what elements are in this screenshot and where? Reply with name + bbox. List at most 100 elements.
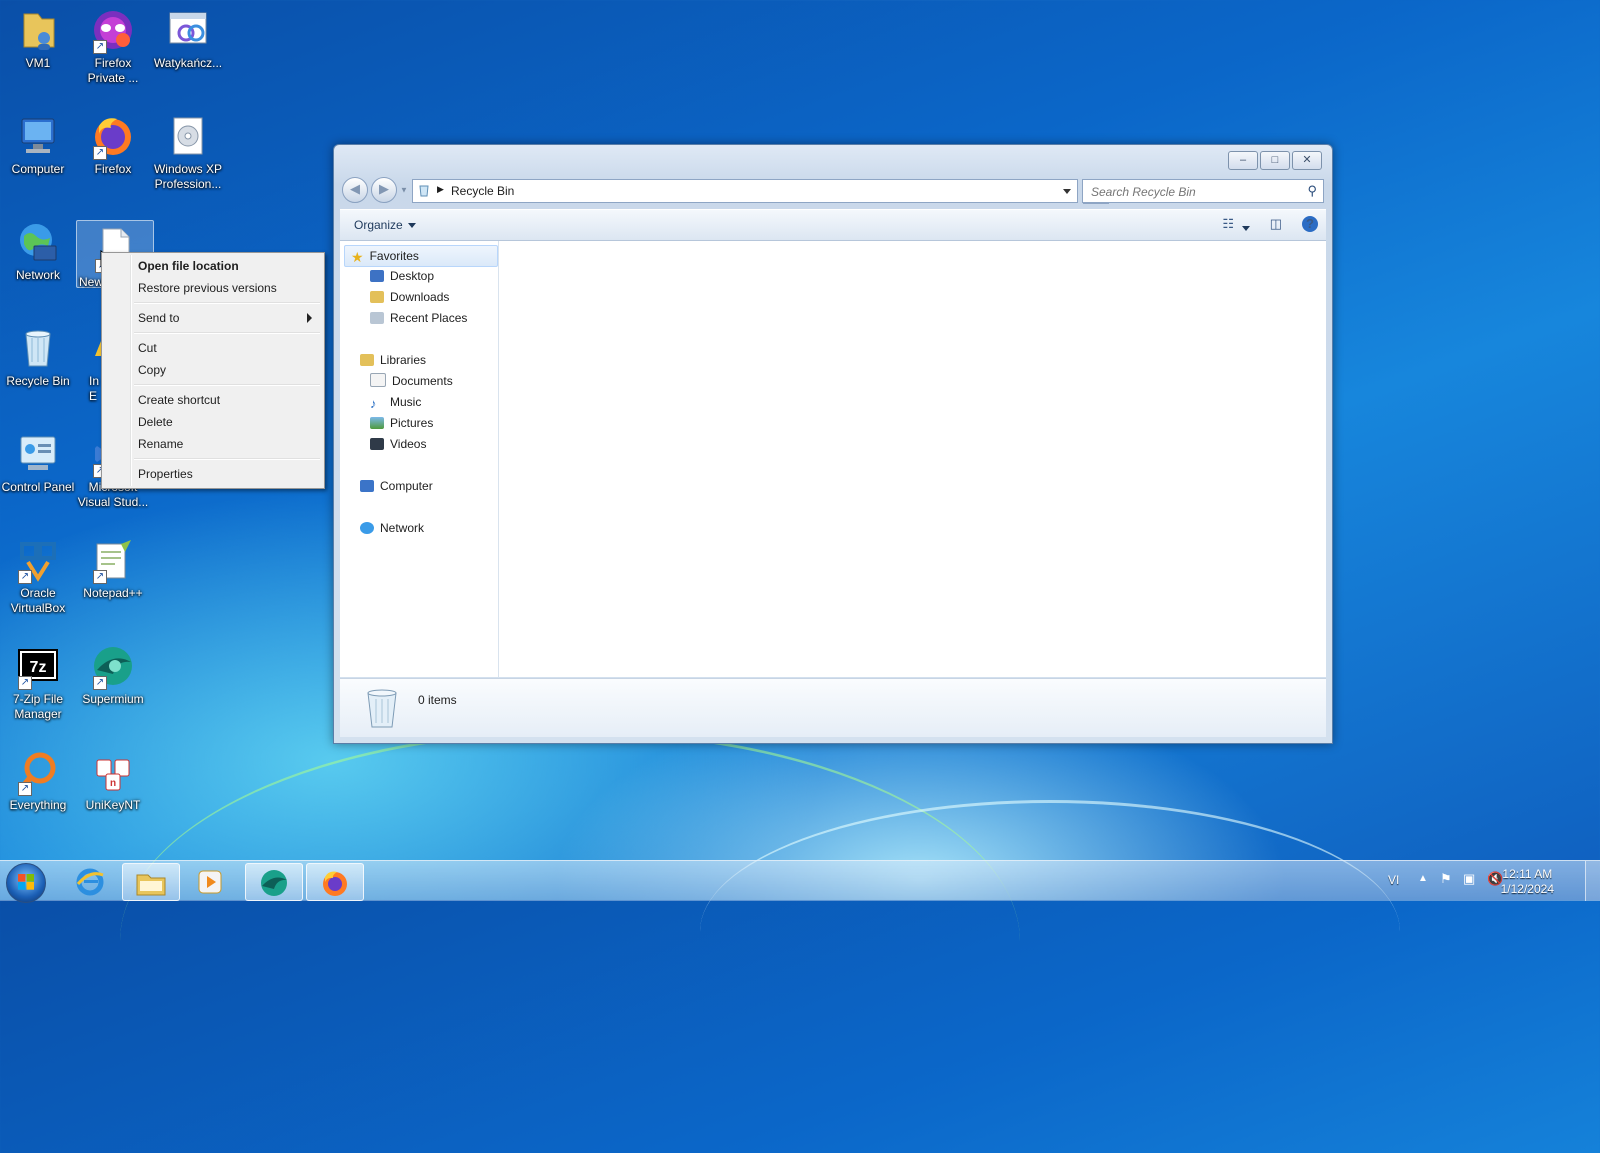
menu-separator bbox=[134, 458, 320, 460]
address-bar[interactable]: ▶ Recycle Bin ⟳ bbox=[412, 179, 1109, 204]
change-view-icon[interactable]: ☷ bbox=[1222, 216, 1234, 232]
nav-recent-places[interactable]: Recent Places bbox=[370, 308, 467, 328]
close-button[interactable]: ✕ bbox=[1292, 151, 1322, 170]
network-tray-icon[interactable]: ▣ bbox=[1463, 871, 1475, 887]
forward-button[interactable]: ▶ bbox=[371, 177, 397, 203]
desktop-icon-partially-hidden[interactable]: In E bbox=[75, 320, 103, 416]
menu-item-open-file-location[interactable]: Open file location bbox=[104, 255, 322, 277]
window-controls: – □ ✕ bbox=[1226, 151, 1322, 170]
taskbar-media-player[interactable] bbox=[182, 863, 238, 899]
taskbar-internet-explorer[interactable] bbox=[62, 863, 118, 899]
desktop-icon bbox=[370, 270, 384, 282]
organize-button[interactable]: Organize bbox=[354, 218, 416, 232]
desktop-icon-windows-xp[interactable]: Windows XP Profession... bbox=[150, 108, 226, 204]
nav-network[interactable]: Network bbox=[360, 518, 424, 538]
desktop-icon-recycle-bin[interactable]: Recycle Bin bbox=[0, 320, 76, 416]
menu-item-send-to[interactable]: Send to bbox=[104, 307, 322, 329]
desktop-icon-unikey[interactable]: n UniKeyNT bbox=[75, 744, 151, 840]
notepadpp-icon: ↗ bbox=[91, 538, 135, 584]
menu-item-properties[interactable]: Properties bbox=[104, 463, 322, 485]
windows-logo-icon bbox=[18, 874, 34, 890]
menu-item-delete[interactable]: Delete bbox=[104, 411, 322, 433]
pictures-icon bbox=[370, 417, 384, 429]
disc-image-icon bbox=[166, 114, 210, 158]
shortcut-arrow-icon: ↗ bbox=[93, 676, 107, 690]
start-button[interactable] bbox=[6, 863, 46, 903]
nav-label: Desktop bbox=[390, 269, 435, 283]
desktop-icon-supermium[interactable]: ↗ Supermium bbox=[75, 638, 151, 734]
breadcrumb-recycle-bin[interactable]: Recycle Bin bbox=[451, 184, 514, 198]
internet-explorer-icon bbox=[76, 868, 104, 896]
back-button[interactable]: ◀ bbox=[342, 177, 368, 203]
shortcut-arrow-icon: ↗ bbox=[18, 676, 32, 690]
svg-text:7z: 7z bbox=[30, 659, 47, 676]
menu-item-copy[interactable]: Copy bbox=[104, 359, 322, 381]
shortcut-arrow-icon: ↗ bbox=[93, 570, 107, 584]
recycle-bin-small-icon bbox=[419, 185, 429, 197]
menu-item-cut[interactable]: Cut bbox=[104, 337, 322, 359]
desktop-icon-7zip[interactable]: 7z ↗ 7-Zip File Manager bbox=[0, 638, 76, 734]
system-clock[interactable]: 12:11 AM 1/12/2024 bbox=[1501, 867, 1554, 897]
navigation-pane: ★ Favorites Desktop Downloads Recent Plac… bbox=[340, 241, 499, 677]
desktop-icon-label: Computer bbox=[11, 162, 65, 176]
menu-item-restore-previous-versions[interactable]: Restore previous versions bbox=[104, 277, 322, 299]
search-box[interactable]: ⚲ bbox=[1082, 179, 1324, 203]
desktop-icon-firefox[interactable]: ↗ Firefox bbox=[75, 108, 151, 204]
view-options-dropdown-icon[interactable] bbox=[1242, 220, 1250, 235]
desktop-icon-control-panel[interactable]: Control Panel bbox=[0, 426, 76, 522]
taskbar-file-explorer[interactable] bbox=[122, 863, 180, 901]
menu-item-create-shortcut[interactable]: Create shortcut bbox=[104, 389, 322, 411]
computer-small-icon bbox=[360, 480, 374, 492]
nav-videos[interactable]: Videos bbox=[370, 434, 426, 454]
details-pane: 0 items bbox=[340, 678, 1326, 737]
nav-downloads[interactable]: Downloads bbox=[370, 287, 449, 307]
taskbar-firefox[interactable] bbox=[306, 863, 364, 901]
desktop-icon-notepadpp[interactable]: ↗ Notepad++ bbox=[75, 532, 151, 628]
search-icon[interactable]: ⚲ bbox=[1307, 183, 1317, 199]
nav-label: Favorites bbox=[369, 249, 419, 263]
music-note-icon: ♪ bbox=[370, 396, 377, 411]
maximize-button[interactable]: □ bbox=[1260, 151, 1290, 170]
desktop-icon-label: UniKeyNT bbox=[85, 798, 141, 812]
minimize-button[interactable]: – bbox=[1228, 151, 1258, 170]
documents-icon bbox=[370, 373, 386, 387]
desktop-icon-everything[interactable]: ↗ Everything bbox=[0, 744, 76, 840]
everything-search-icon: ↗ bbox=[16, 750, 60, 796]
help-icon[interactable]: ? bbox=[1302, 216, 1318, 232]
nav-music[interactable]: ♪ Music bbox=[370, 392, 421, 412]
nav-computer[interactable]: Computer bbox=[360, 476, 433, 496]
taskbar-supermium[interactable] bbox=[245, 863, 303, 901]
show-hidden-icons-icon[interactable]: ▲ bbox=[1418, 873, 1428, 884]
menu-item-rename[interactable]: Rename bbox=[104, 433, 322, 455]
desktop-icon-label: Everything bbox=[9, 798, 67, 812]
downloads-folder-icon bbox=[370, 291, 384, 303]
file-list-area[interactable] bbox=[499, 241, 1326, 677]
nav-desktop[interactable]: Desktop bbox=[370, 266, 434, 286]
desktop-icon-computer[interactable]: Computer bbox=[0, 108, 76, 204]
desktop-icon-label: Control Panel bbox=[1, 480, 75, 494]
desktop-icon-label: In E bbox=[89, 374, 100, 403]
desktop-icon-label: VM1 bbox=[25, 56, 51, 70]
command-bar: Organize ☷ ◫ ? bbox=[340, 209, 1326, 241]
virtualbox-icon: ↗ bbox=[16, 538, 60, 584]
nav-pictures[interactable]: Pictures bbox=[370, 413, 433, 433]
nav-favorites[interactable]: ★ Favorites bbox=[344, 245, 498, 267]
nav-libraries[interactable]: Libraries bbox=[360, 350, 426, 370]
show-desktop-button[interactable] bbox=[1585, 861, 1600, 901]
desktop-icon-vm1[interactable]: VM1 bbox=[0, 2, 76, 98]
desktop-icon-firefox-private[interactable]: ↗ Firefox Private ... bbox=[75, 2, 151, 98]
language-indicator[interactable]: VI bbox=[1388, 873, 1399, 887]
firefox-private-icon: ↗ bbox=[91, 8, 135, 54]
recent-pages-arrow-icon[interactable]: ▼ bbox=[400, 186, 408, 195]
desktop-icon-virtualbox[interactable]: ↗ Oracle VirtualBox bbox=[0, 532, 76, 628]
search-input[interactable] bbox=[1089, 182, 1298, 201]
videos-filmstrip-icon bbox=[370, 438, 384, 450]
desktop-icon-network[interactable]: Network bbox=[0, 214, 76, 310]
preview-pane-icon[interactable]: ◫ bbox=[1270, 216, 1282, 232]
nav-label: Libraries bbox=[380, 353, 427, 367]
action-center-flag-icon[interactable]: ⚑ bbox=[1440, 871, 1452, 887]
address-dropdown-icon[interactable] bbox=[1063, 189, 1071, 194]
nav-documents[interactable]: Documents bbox=[370, 371, 453, 391]
desktop-icon-watykancz[interactable]: Watykańcz... bbox=[150, 2, 226, 98]
breadcrumb-separator-icon[interactable]: ▶ bbox=[437, 184, 444, 195]
